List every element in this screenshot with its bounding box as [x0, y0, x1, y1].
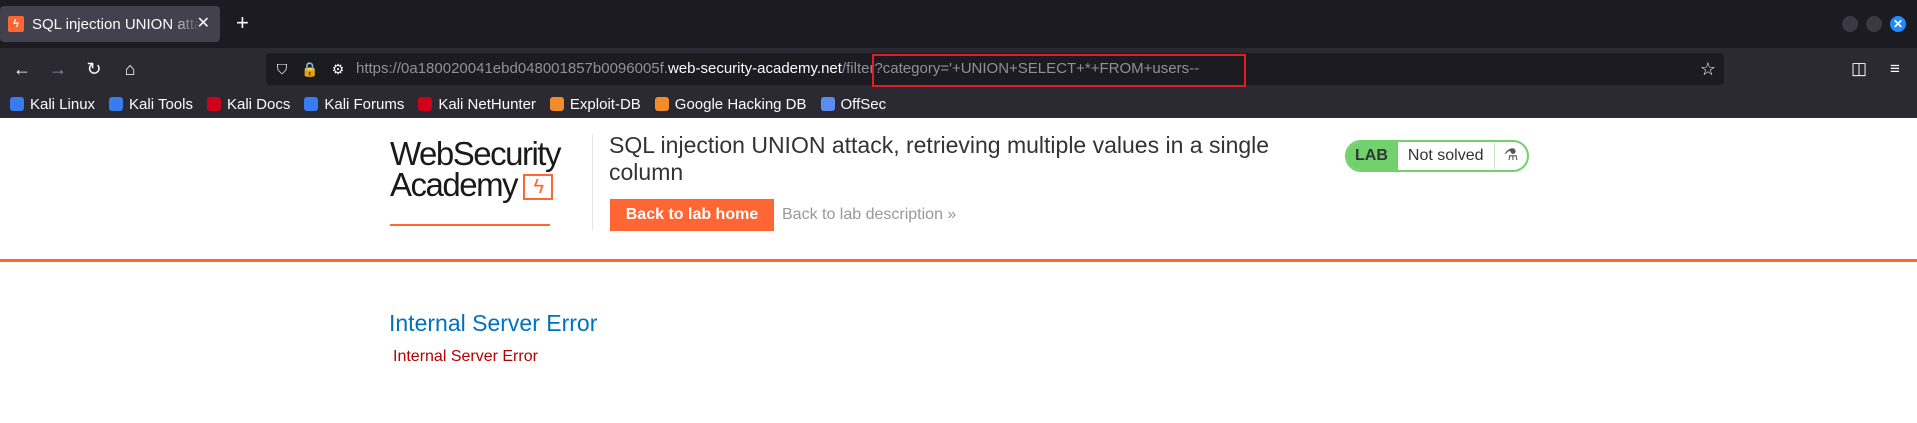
- tab-bar: ϟ SQL injection UNION attack, retrieving…: [0, 0, 1917, 48]
- kali-tools-icon: [109, 97, 124, 111]
- kali-forums-icon: [304, 97, 319, 111]
- header-divider: [592, 134, 593, 230]
- lab-status-text: Not solved: [1407, 147, 1484, 164]
- url-prefix: https://0a180020041ebd048001857b0096005f…: [356, 60, 668, 77]
- bookmarks-toolbar: Kali Linux Kali Tools Kali Docs Kali For…: [0, 90, 1917, 118]
- flask-icon: ⚗: [1494, 142, 1527, 170]
- offsec-icon: [820, 97, 835, 111]
- back-arrow-icon[interactable]: ←: [11, 58, 33, 80]
- close-tab-icon[interactable]: ✕: [197, 15, 210, 33]
- tab-title: SQL injection UNION attack, retrieving m…: [32, 15, 200, 33]
- logo-line-2: Academy ϟ: [390, 166, 560, 203]
- kali-linux-icon: [10, 97, 24, 111]
- bookmark-label: Kali Forums: [324, 95, 405, 113]
- bookmark-label: Kali Linux: [30, 95, 96, 113]
- bookmark-label: Kali Docs: [226, 95, 291, 113]
- bookmark-google-hacking-db[interactable]: Google Hacking DB: [654, 95, 807, 113]
- lab-status-widget: LAB Not solved ⚗: [1345, 140, 1529, 172]
- bookmark-kali-linux[interactable]: Kali Linux: [10, 96, 95, 113]
- url-injection-highlight-box: [872, 54, 1246, 87]
- error-message: Internal Server Error: [393, 348, 538, 365]
- logo-line-1: WebSecurity: [390, 135, 561, 172]
- reload-icon[interactable]: ↻: [83, 58, 105, 80]
- new-tab-button[interactable]: +: [236, 12, 249, 34]
- pocket-icon[interactable]: ◫: [1848, 58, 1870, 80]
- bookmark-offsec[interactable]: OffSec: [820, 95, 887, 113]
- web-security-academy-logo[interactable]: WebSecurity Academy ϟ: [390, 135, 561, 226]
- active-tab[interactable]: ϟ SQL injection UNION attack, retrieving…: [0, 6, 220, 42]
- exploit-db-icon: [549, 97, 564, 111]
- kali-nethunter-icon: [418, 97, 433, 111]
- bookmark-exploit-db[interactable]: Exploit-DB: [549, 95, 641, 113]
- menu-icon[interactable]: ≡: [1884, 58, 1906, 80]
- lab-title: SQL injection UNION attack, retrieving m…: [609, 132, 1270, 185]
- logo-lightning-icon: ϟ: [523, 174, 554, 201]
- back-to-lab-home-button[interactable]: Back to lab home: [610, 199, 774, 231]
- home-icon[interactable]: ⌂: [119, 58, 141, 80]
- logo-underline: [390, 224, 550, 226]
- google-hacking-db-icon: [654, 97, 669, 111]
- address-bar[interactable]: ⛉ 🔒 ⚙ https://0a180020041ebd048001857b00…: [266, 53, 1724, 87]
- error-heading: Internal Server Error: [389, 310, 598, 336]
- bookmark-kali-tools[interactable]: Kali Tools: [109, 96, 193, 113]
- back-to-lab-description-link[interactable]: Back to lab description »: [782, 206, 956, 224]
- bookmark-star-icon[interactable]: ☆: [1698, 59, 1718, 79]
- bookmark-label: Exploit-DB: [569, 95, 641, 113]
- kali-docs-icon: [206, 97, 221, 111]
- bookmark-kali-nethunter[interactable]: Kali NetHunter: [418, 96, 536, 113]
- tracking-protection-shield-icon[interactable]: ⛉: [272, 59, 292, 79]
- web-security-academy-favicon-icon: ϟ: [8, 16, 24, 32]
- forward-arrow-icon[interactable]: →: [47, 58, 69, 80]
- bookmark-label: OffSec: [840, 95, 887, 113]
- bookmark-label: Google Hacking DB: [674, 95, 807, 113]
- bookmark-kali-docs[interactable]: Kali Docs: [206, 95, 291, 113]
- page-content: WebSecurity Academy ϟ SQL injection UNION…: [0, 118, 1917, 423]
- logo-line-2-text: Academy: [390, 166, 519, 203]
- url-domain: web-security-academy.net: [667, 60, 842, 77]
- lab-badge: LAB: [1347, 142, 1398, 170]
- bookmark-label: Kali Tools: [129, 95, 193, 113]
- header-separator: [0, 259, 1917, 262]
- lock-icon[interactable]: 🔒: [300, 59, 320, 79]
- maximize-window-button[interactable]: [1866, 16, 1882, 32]
- bookmark-label: Kali NetHunter: [438, 95, 536, 113]
- navigation-bar: ← → ↻ ⌂ ⛉ 🔒 ⚙ https://0a180020041ebd0480…: [0, 48, 1917, 90]
- site-permissions-icon[interactable]: ⚙: [328, 59, 348, 79]
- minimize-window-button[interactable]: [1842, 16, 1858, 32]
- close-window-button[interactable]: ✕: [1890, 16, 1906, 32]
- bookmark-kali-forums[interactable]: Kali Forums: [304, 96, 404, 113]
